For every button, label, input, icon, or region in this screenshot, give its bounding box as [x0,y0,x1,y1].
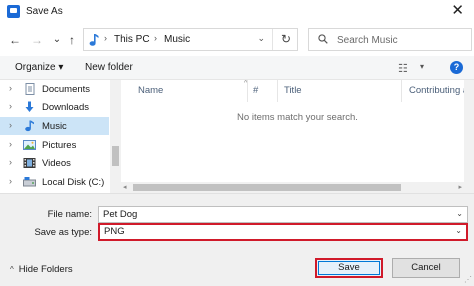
hide-folders-label: Hide Folders [18,264,73,275]
cancel-button[interactable]: Cancel [392,258,460,278]
sidebar-item-label: Local Disk (C:) [42,177,105,188]
horizontal-scroll-thumb[interactable] [133,184,401,191]
command-bar: Organize ▾ New folder ☷ ▾ ? [0,56,474,80]
resize-grip-icon[interactable]: ⋰ [464,275,472,284]
file-list: ^ Name # Title Contributing art No items… [121,80,474,193]
title-bar: Save As ✕ [0,0,474,24]
save-button[interactable]: Save [315,258,383,278]
save-button-focus-ring [318,261,380,275]
sidebar-scrollbar[interactable] [110,80,121,193]
file-list-vertical-scrollbar[interactable] [464,80,474,193]
file-name-dropdown-icon[interactable]: ⌄ [456,209,463,218]
address-bar[interactable]: › This PC › Music ⌄ ↻ [83,28,298,51]
documents-icon [25,83,35,95]
expand-chevron-icon[interactable]: › [9,139,12,149]
save-form-panel: File name: Pet Dog ⌄ Save as type: PNG ⌄… [0,193,474,286]
sidebar-item-local-disk[interactable]: › Local Disk (C:) [0,173,109,191]
sidebar-item-documents[interactable]: › Documents [0,80,109,98]
sidebar-item-label: Documents [42,84,91,95]
app-icon [7,5,20,18]
hide-folders-toggle[interactable]: ^ Hide Folders [10,264,73,275]
sidebar-item-videos[interactable]: › Videos [0,154,109,172]
address-divider [272,29,273,50]
forward-arrow-icon[interactable]: → [29,31,45,49]
organize-menu[interactable]: Organize ▾ [15,62,63,73]
new-folder-button[interactable]: New folder [85,62,133,73]
column-divider[interactable] [277,80,278,102]
recent-locations-chevron-icon[interactable]: ⌄ [49,31,65,49]
save-as-type-select[interactable]: PNG ⌄ [98,223,468,241]
videos-icon [23,158,36,168]
breadcrumb-music[interactable]: Music [164,34,190,45]
column-divider[interactable] [401,80,402,102]
file-name-field[interactable]: Pet Dog ⌄ [98,206,468,223]
sidebar-item-downloads[interactable]: › Downloads [0,98,109,116]
expand-chevron-icon[interactable]: › [9,83,12,93]
search-box[interactable] [308,28,472,51]
sidebar-item-music[interactable]: › Music [0,117,109,135]
pictures-icon [23,140,36,150]
sidebar-item-label: Music [42,121,67,132]
back-arrow-icon[interactable]: ← [7,31,23,49]
window-title: Save As [26,6,63,17]
search-icon [318,34,328,44]
sidebar-item-label: Pictures [42,140,77,151]
up-arrow-icon[interactable]: ↑ [64,31,80,49]
local-disk-icon [23,177,36,187]
view-dropdown-icon[interactable]: ▾ [420,62,424,71]
refresh-icon[interactable]: ↻ [281,32,291,46]
search-input[interactable] [337,32,467,48]
sidebar-item-label: Videos [42,158,71,169]
column-header-number[interactable]: # [253,85,258,96]
music-note-icon [89,34,99,46]
navigation-bar: ← → ⌄ ↑ › This PC › Music ⌄ ↻ [0,27,474,53]
expand-chevron-icon[interactable]: › [9,101,12,111]
save-as-type-value[interactable]: PNG [104,226,125,237]
save-as-type-dropdown-icon[interactable]: ⌄ [455,226,462,235]
close-icon[interactable]: ✕ [451,2,464,20]
expand-chevron-icon[interactable]: › [9,176,12,186]
scroll-left-icon[interactable]: ◂ [123,183,127,191]
help-icon[interactable]: ? [450,61,463,74]
column-header-title[interactable]: Title [284,85,302,96]
view-options-icon[interactable]: ☷ [398,62,408,75]
breadcrumb-separator: › [104,33,107,43]
save-as-type-label: Save as type: [34,227,92,238]
sidebar-item-label: Downloads [42,102,89,113]
file-name-label: File name: [47,209,92,220]
expand-chevron-icon[interactable]: › [9,157,12,167]
sidebar-item-pictures[interactable]: › Pictures [0,136,109,154]
music-icon [25,120,34,132]
address-dropdown-icon[interactable]: ⌄ [257,33,265,44]
scroll-right-icon[interactable]: ▸ [458,183,462,191]
expand-chevron-icon[interactable]: › [9,120,12,130]
downloads-icon [25,101,34,112]
chevron-up-icon: ^ [10,265,14,274]
breadcrumb-this-pc[interactable]: This PC [114,34,150,45]
navigation-pane: › Documents › Downloads › Music › Pictur… [0,80,110,193]
column-divider[interactable] [247,80,248,102]
file-name-value[interactable]: Pet Dog [103,209,137,220]
column-header-name[interactable]: Name [138,85,163,96]
sidebar-scroll-thumb[interactable] [112,146,119,166]
breadcrumb-separator: › [154,33,157,43]
file-list-horizontal-scrollbar[interactable]: ◂ ▸ [121,182,464,193]
empty-message: No items match your search. [237,112,358,123]
